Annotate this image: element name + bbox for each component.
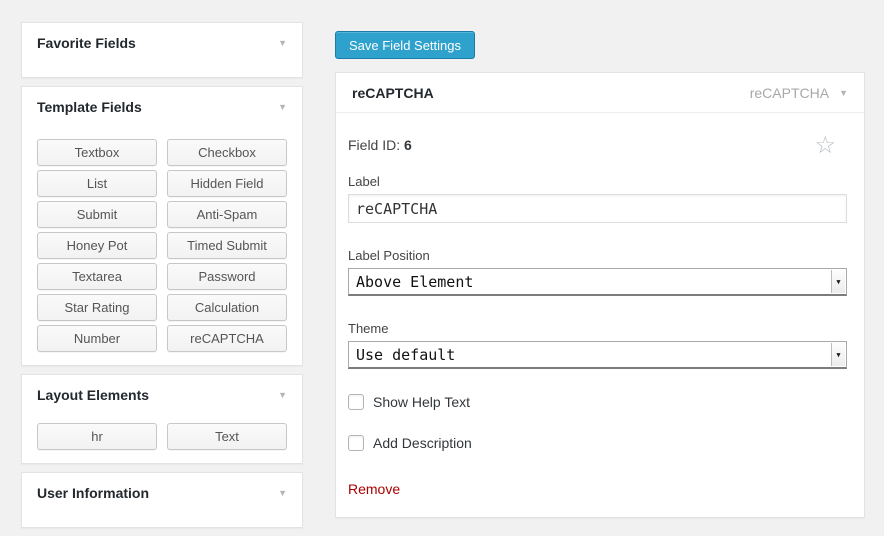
field-button-hr[interactable]: hr <box>37 423 157 450</box>
field-button-textbox[interactable]: Textbox <box>37 139 157 166</box>
field-settings-column: Save Field Settings reCAPTCHA reCAPTCHA … <box>335 31 865 518</box>
chevron-down-icon[interactable]: ▼ <box>839 89 848 98</box>
field-id-value: 6 <box>404 137 412 153</box>
panel-title: Template Fields <box>37 99 142 115</box>
field-type-label: reCAPTCHA <box>750 85 829 101</box>
add-description-checkbox[interactable] <box>348 435 364 451</box>
panel-title: User Information <box>37 485 149 501</box>
field-button-text[interactable]: Text <box>167 423 287 450</box>
add-description-row[interactable]: Add Description <box>348 435 847 451</box>
select-arrow-icon: ▼ <box>831 343 845 366</box>
chevron-down-icon[interactable]: ▼ <box>278 39 287 48</box>
theme-form-group: Theme Use default ▼ <box>348 321 847 369</box>
panel-user-information: User Information ▼ <box>21 472 303 528</box>
field-panel-title: reCAPTCHA <box>352 85 750 101</box>
label-form-group: Label <box>348 174 847 223</box>
layout-elements-grid: hr Text <box>22 413 302 463</box>
panel-header-user-information[interactable]: User Information ▼ <box>22 473 302 511</box>
template-fields-grid: Textbox Checkbox List Hidden Field Submi… <box>22 125 302 365</box>
show-help-text-row[interactable]: Show Help Text <box>348 394 847 410</box>
user-information-empty-area <box>22 511 302 527</box>
remove-field-link[interactable]: Remove <box>348 481 400 497</box>
panel-title: Layout Elements <box>37 387 149 403</box>
field-button-hidden-field[interactable]: Hidden Field <box>167 170 287 197</box>
panel-header-template-fields[interactable]: Template Fields ▼ <box>22 87 302 125</box>
label-position-form-group: Label Position Above Element ▼ <box>348 248 847 296</box>
field-id-row: Field ID: 6 ☆ <box>348 137 847 155</box>
select-arrow-icon: ▼ <box>831 270 845 293</box>
show-help-text-label: Show Help Text <box>373 394 470 410</box>
theme-select[interactable]: Use default ▼ <box>348 341 847 369</box>
label-position-selected-value: Above Element <box>356 273 473 291</box>
field-button-honey-pot[interactable]: Honey Pot <box>37 232 157 259</box>
recaptcha-field-panel: reCAPTCHA reCAPTCHA ▼ Field ID: 6 ☆ Labe… <box>335 72 865 518</box>
label-field-label: Label <box>348 174 847 189</box>
fields-sidebar: Favorite Fields ▼ Template Fields ▼ Text… <box>21 22 303 536</box>
chevron-down-icon[interactable]: ▼ <box>278 391 287 400</box>
field-button-calculation[interactable]: Calculation <box>167 294 287 321</box>
panel-favorite-fields: Favorite Fields ▼ <box>21 22 303 78</box>
field-button-recaptcha[interactable]: reCAPTCHA <box>167 325 287 352</box>
panel-header-layout-elements[interactable]: Layout Elements ▼ <box>22 375 302 413</box>
field-button-number[interactable]: Number <box>37 325 157 352</box>
save-field-settings-button[interactable]: Save Field Settings <box>335 31 475 59</box>
favorite-fields-empty-area <box>22 61 302 77</box>
chevron-down-icon[interactable]: ▼ <box>278 103 287 112</box>
label-input[interactable] <box>348 194 847 223</box>
field-id-label: Field ID: <box>348 137 400 153</box>
label-position-select[interactable]: Above Element ▼ <box>348 268 847 296</box>
theme-selected-value: Use default <box>356 346 455 364</box>
label-position-label: Label Position <box>348 248 847 263</box>
panel-header-favorite-fields[interactable]: Favorite Fields ▼ <box>22 23 302 61</box>
field-button-password[interactable]: Password <box>167 263 287 290</box>
chevron-down-icon[interactable]: ▼ <box>278 489 287 498</box>
field-button-checkbox[interactable]: Checkbox <box>167 139 287 166</box>
theme-label: Theme <box>348 321 847 336</box>
field-button-star-rating[interactable]: Star Rating <box>37 294 157 321</box>
field-panel-header[interactable]: reCAPTCHA reCAPTCHA ▼ <box>336 73 864 113</box>
field-button-submit[interactable]: Submit <box>37 201 157 228</box>
field-button-anti-spam[interactable]: Anti-Spam <box>167 201 287 228</box>
panel-title: Favorite Fields <box>37 35 136 51</box>
field-button-list[interactable]: List <box>37 170 157 197</box>
add-description-label: Add Description <box>373 435 472 451</box>
field-button-textarea[interactable]: Textarea <box>37 263 157 290</box>
field-id-text: Field ID: 6 <box>348 137 412 153</box>
panel-layout-elements: Layout Elements ▼ hr Text <box>21 374 303 464</box>
field-panel-body: Field ID: 6 ☆ Label Label Position Above… <box>336 137 864 517</box>
field-button-timed-submit[interactable]: Timed Submit <box>167 232 287 259</box>
panel-template-fields: Template Fields ▼ Textbox Checkbox List … <box>21 86 303 366</box>
show-help-text-checkbox[interactable] <box>348 394 364 410</box>
favorite-star-icon[interactable]: ☆ <box>814 137 836 155</box>
